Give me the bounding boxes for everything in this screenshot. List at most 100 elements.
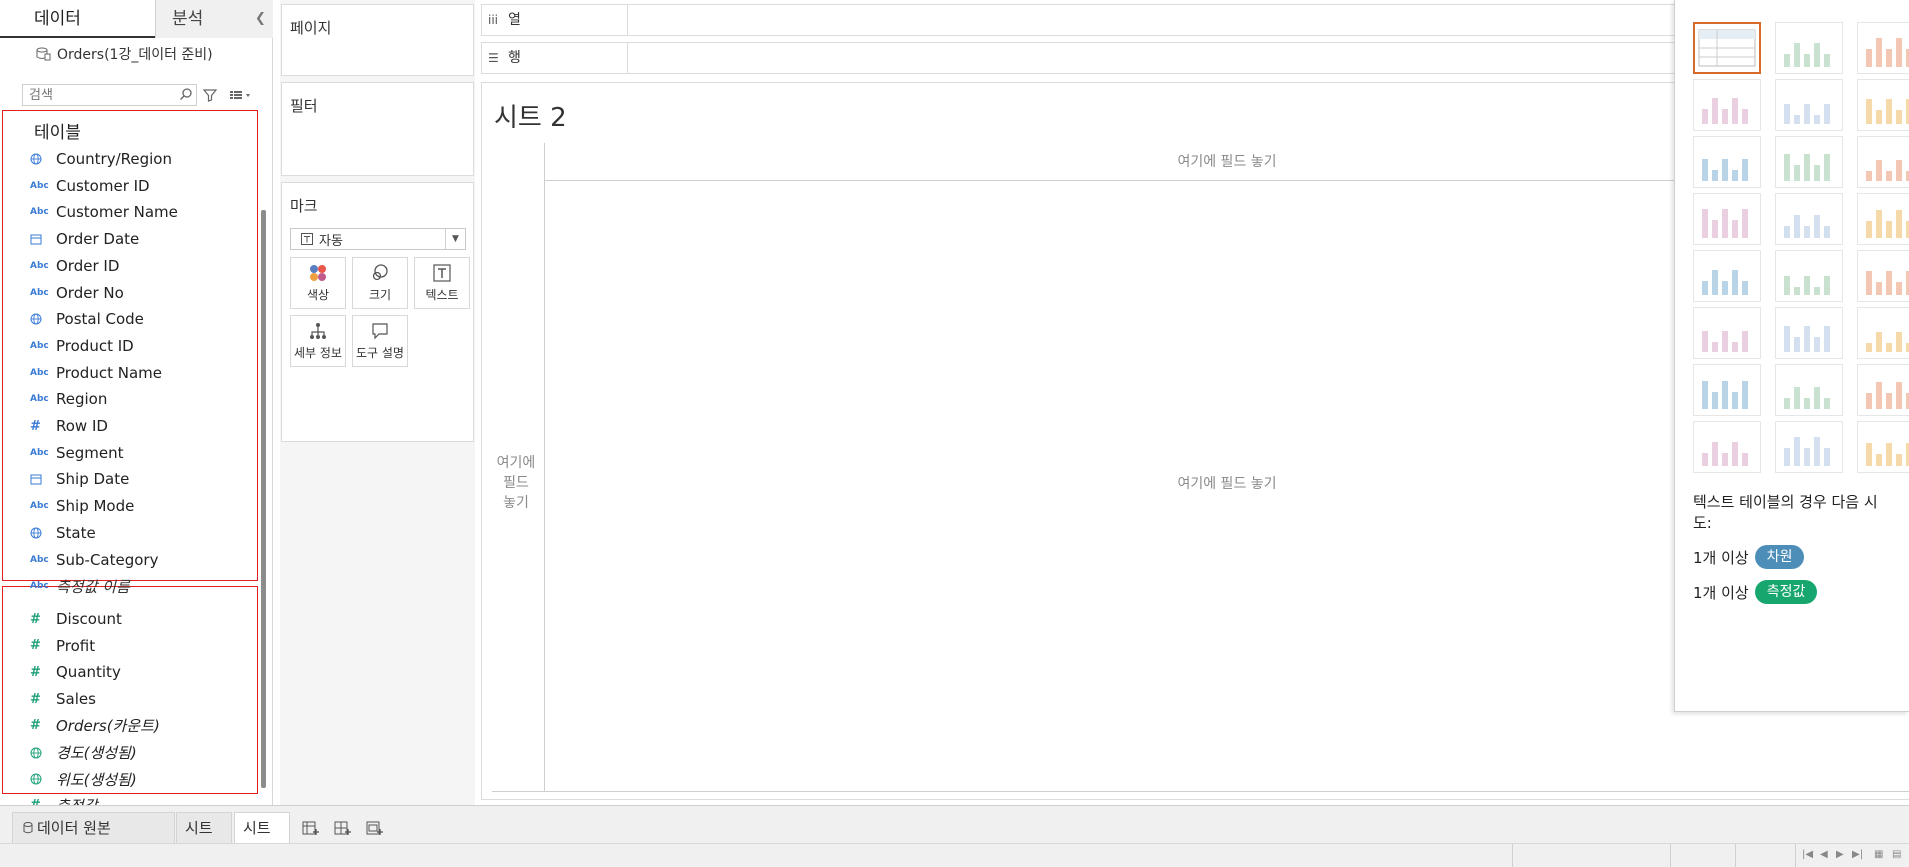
datasource-item[interactable]: Orders(1강_데이터 준비) <box>36 44 213 64</box>
chart-type-tile[interactable] <box>1693 22 1761 74</box>
chart-type-tile[interactable] <box>1693 421 1761 473</box>
measure-pill: 측정값 <box>1754 580 1818 604</box>
last-sheet-icon[interactable]: ▶| <box>1852 849 1863 860</box>
filters-card[interactable]: 필터 <box>281 82 474 176</box>
tab-sheet-1[interactable]: 시트 1 <box>176 812 232 867</box>
dimension-field[interactable]: # Row ID <box>30 415 108 437</box>
dimension-field[interactable]: Abc Order ID <box>30 255 119 277</box>
chart-thumbnail-icon <box>1866 332 1909 352</box>
string-type-icon: Abc <box>30 260 49 271</box>
detail-button[interactable]: 세부 정보 <box>290 315 346 367</box>
dimension-field[interactable]: Abc Segment <box>30 442 124 464</box>
new-story-icon[interactable] <box>366 820 384 836</box>
first-sheet-icon[interactable]: |◀ <box>1802 849 1813 860</box>
dimension-field[interactable]: State <box>30 522 96 544</box>
dimension-field[interactable]: Abc Product ID <box>30 335 134 357</box>
mark-type-dropdown[interactable]: 자동 ▼ <box>290 228 466 250</box>
sheet-sorter-icon[interactable]: ▦ <box>1874 849 1883 860</box>
measure-field[interactable]: 위도(생성됨) <box>30 768 137 790</box>
chart-type-tile[interactable] <box>1775 250 1843 302</box>
pages-card[interactable]: 페이지 <box>281 4 474 76</box>
sheet-title[interactable]: 시트 2 <box>494 97 567 134</box>
chart-type-tile[interactable] <box>1775 136 1843 188</box>
color-label: 색상 <box>306 287 330 302</box>
dimension-field[interactable]: Abc Sub-Category <box>30 549 158 571</box>
chart-type-tile[interactable] <box>1693 307 1761 359</box>
canvas-bottom-border <box>492 791 1909 792</box>
measure-field[interactable]: # Discount <box>30 608 122 630</box>
chart-type-tile[interactable] <box>1693 250 1761 302</box>
measure-field[interactable]: # Sales <box>30 688 96 710</box>
new-worksheet-icon[interactable] <box>302 820 320 836</box>
chart-type-tile[interactable] <box>1857 79 1909 131</box>
dimension-field[interactable]: Postal Code <box>30 308 144 330</box>
chart-type-tile[interactable] <box>1775 307 1843 359</box>
collapse-pane-icon[interactable]: ❮ <box>255 11 266 26</box>
requirement-measure-prefix: 1개 이상 <box>1693 583 1749 602</box>
size-button[interactable]: 크기 <box>352 257 408 309</box>
field-type-icon: Abc <box>30 581 56 591</box>
chart-type-tile[interactable] <box>1857 421 1909 473</box>
prev-sheet-icon[interactable]: ◀ <box>1820 849 1828 860</box>
dimension-pill: 차원 <box>1754 545 1805 569</box>
measure-field[interactable]: # Quantity <box>30 661 121 683</box>
measure-field[interactable]: # Orders(카운트) <box>30 715 160 737</box>
filmstrip-icon[interactable]: ▤ <box>1892 849 1901 860</box>
field-type-icon: Abc <box>30 181 56 191</box>
drop-zone-rows[interactable]: 여기에 필드 놓기 <box>490 453 542 513</box>
measure-field[interactable]: 경도(생성됨) <box>30 742 137 764</box>
requirement-dimension: 1개 이상 차원 <box>1693 545 1805 569</box>
chart-type-tile[interactable] <box>1693 79 1761 131</box>
fields-scrollbar[interactable] <box>261 210 266 788</box>
dimension-field[interactable]: Abc Customer ID <box>30 175 150 197</box>
chart-type-tile[interactable] <box>1693 136 1761 188</box>
text-button[interactable]: 텍스트 <box>414 257 470 309</box>
chart-thumbnail-icon <box>1784 437 1830 466</box>
dimension-field[interactable]: Abc Ship Mode <box>30 495 134 517</box>
next-sheet-icon[interactable]: ▶ <box>1836 849 1844 860</box>
color-button[interactable]: 색상 <box>290 257 346 309</box>
chart-type-tile[interactable] <box>1857 22 1909 74</box>
chart-type-tile[interactable] <box>1857 307 1909 359</box>
dimension-field[interactable]: Abc Region <box>30 388 107 410</box>
chart-type-tile[interactable] <box>1857 364 1909 416</box>
chart-type-tile[interactable] <box>1775 193 1843 245</box>
dimension-field[interactable]: Abc Product Name <box>30 362 162 384</box>
dimension-field[interactable]: Abc Order No <box>30 282 124 304</box>
dimension-field[interactable]: Abc Customer Name <box>30 201 178 223</box>
chart-type-tile[interactable] <box>1857 250 1909 302</box>
search-input[interactable] <box>22 84 197 106</box>
chart-type-tile[interactable] <box>1857 136 1909 188</box>
tab-sheet-2[interactable]: 시트 2 <box>234 812 290 867</box>
search-icon[interactable] <box>179 87 193 101</box>
tab-data[interactable]: 데이터 <box>0 0 155 38</box>
field-type-icon: Abc <box>30 555 56 565</box>
field-label: Customer Name <box>56 203 178 222</box>
dimension-field[interactable]: Ship Date <box>30 468 129 490</box>
filter-icon[interactable] <box>202 87 218 103</box>
measure-field[interactable]: # Profit <box>30 635 95 657</box>
chart-type-tile[interactable] <box>1775 79 1843 131</box>
field-type-icon: Abc <box>30 501 56 511</box>
dimension-field[interactable]: Order Date <box>30 228 139 250</box>
detail-label: 세부 정보 <box>294 345 342 360</box>
tab-data-source[interactable]: 데이터 원본 <box>12 812 175 844</box>
chart-type-tile[interactable] <box>1693 364 1761 416</box>
chart-type-tile[interactable] <box>1775 421 1843 473</box>
string-type-icon: Abc <box>30 501 49 512</box>
number-type-icon: # <box>30 638 41 654</box>
chart-type-tile[interactable] <box>1775 364 1843 416</box>
tooltip-button[interactable]: 도구 설명 <box>352 315 408 367</box>
field-type-icon <box>30 773 56 785</box>
field-type-icon <box>30 153 56 165</box>
show-me-panel: 텍스트 테이블의 경우 다음 시도: 1개 이상 차원 1개 이상 측정값 <box>1674 0 1909 712</box>
chart-type-tile[interactable] <box>1693 193 1761 245</box>
view-options-icon[interactable] <box>228 87 254 103</box>
chart-thumbnail-icon <box>1866 443 1909 466</box>
chart-type-tile[interactable] <box>1857 193 1909 245</box>
calendar-icon <box>30 234 42 245</box>
chart-type-tile[interactable] <box>1775 22 1843 74</box>
dimension-field[interactable]: Abc 측정값 이름 <box>30 575 130 597</box>
new-dashboard-icon[interactable] <box>334 820 352 836</box>
dimension-field[interactable]: Country/Region <box>30 148 172 170</box>
